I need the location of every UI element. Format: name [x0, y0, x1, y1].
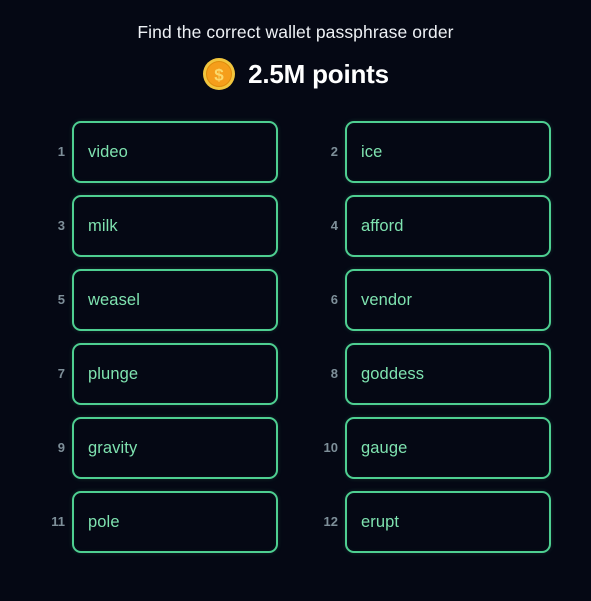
word-slot[interactable]: milk — [72, 195, 278, 257]
word-label: afford — [361, 217, 404, 235]
passphrase-order-screen: Find the correct wallet passphrase order… — [0, 0, 591, 601]
word-label: vendor — [361, 291, 413, 309]
word-cell: 10 gauge — [317, 417, 551, 479]
word-slot[interactable]: weasel — [72, 269, 278, 331]
word-index: 6 — [330, 292, 338, 307]
passphrase-word-grid: 1 video 2 ice 3 milk 4 afford 5 weasel 6… — [0, 121, 591, 553]
word-index: 1 — [57, 144, 65, 159]
word-cell: 2 ice — [317, 121, 551, 183]
word-slot[interactable]: pole — [72, 491, 278, 553]
word-index: 4 — [330, 218, 338, 233]
word-label: gravity — [88, 439, 138, 457]
word-slot[interactable]: ice — [345, 121, 551, 183]
word-slot[interactable]: afford — [345, 195, 551, 257]
page-title: Find the correct wallet passphrase order — [137, 22, 454, 42]
word-label: video — [88, 143, 128, 161]
word-slot[interactable]: erupt — [345, 491, 551, 553]
word-label: goddess — [361, 365, 425, 383]
word-cell: 5 weasel — [44, 269, 278, 331]
coin-dollar-icon: $ — [202, 57, 236, 91]
word-slot[interactable]: plunge — [72, 343, 278, 405]
svg-text:$: $ — [214, 66, 224, 85]
points-label: 2.5M points — [248, 59, 389, 89]
word-label: pole — [88, 513, 120, 531]
header: Find the correct wallet passphrase order… — [0, 0, 591, 91]
word-slot[interactable]: gravity — [72, 417, 278, 479]
word-index: 9 — [57, 440, 65, 455]
word-cell: 9 gravity — [44, 417, 278, 479]
word-label: milk — [88, 217, 118, 235]
word-label: erupt — [361, 513, 400, 531]
word-index: 8 — [330, 366, 338, 381]
word-cell: 4 afford — [317, 195, 551, 257]
word-index: 3 — [57, 218, 65, 233]
word-cell: 12 erupt — [317, 491, 551, 553]
points-row: $ 2.5M points — [0, 57, 591, 91]
word-label: gauge — [361, 439, 408, 457]
word-index: 11 — [51, 514, 65, 529]
word-label: plunge — [88, 365, 139, 383]
word-index: 10 — [323, 440, 338, 455]
word-index: 7 — [57, 366, 65, 381]
word-cell: 7 plunge — [44, 343, 278, 405]
word-cell: 8 goddess — [317, 343, 551, 405]
word-slot[interactable]: gauge — [345, 417, 551, 479]
word-index: 5 — [57, 292, 65, 307]
word-cell: 11 pole — [44, 491, 278, 553]
word-slot[interactable]: goddess — [345, 343, 551, 405]
word-slot[interactable]: vendor — [345, 269, 551, 331]
word-cell: 3 milk — [44, 195, 278, 257]
word-label: ice — [361, 143, 383, 161]
word-cell: 6 vendor — [317, 269, 551, 331]
word-index: 12 — [323, 514, 338, 529]
word-slot[interactable]: video — [72, 121, 278, 183]
word-label: weasel — [88, 291, 140, 309]
word-cell: 1 video — [44, 121, 278, 183]
word-index: 2 — [330, 144, 338, 159]
